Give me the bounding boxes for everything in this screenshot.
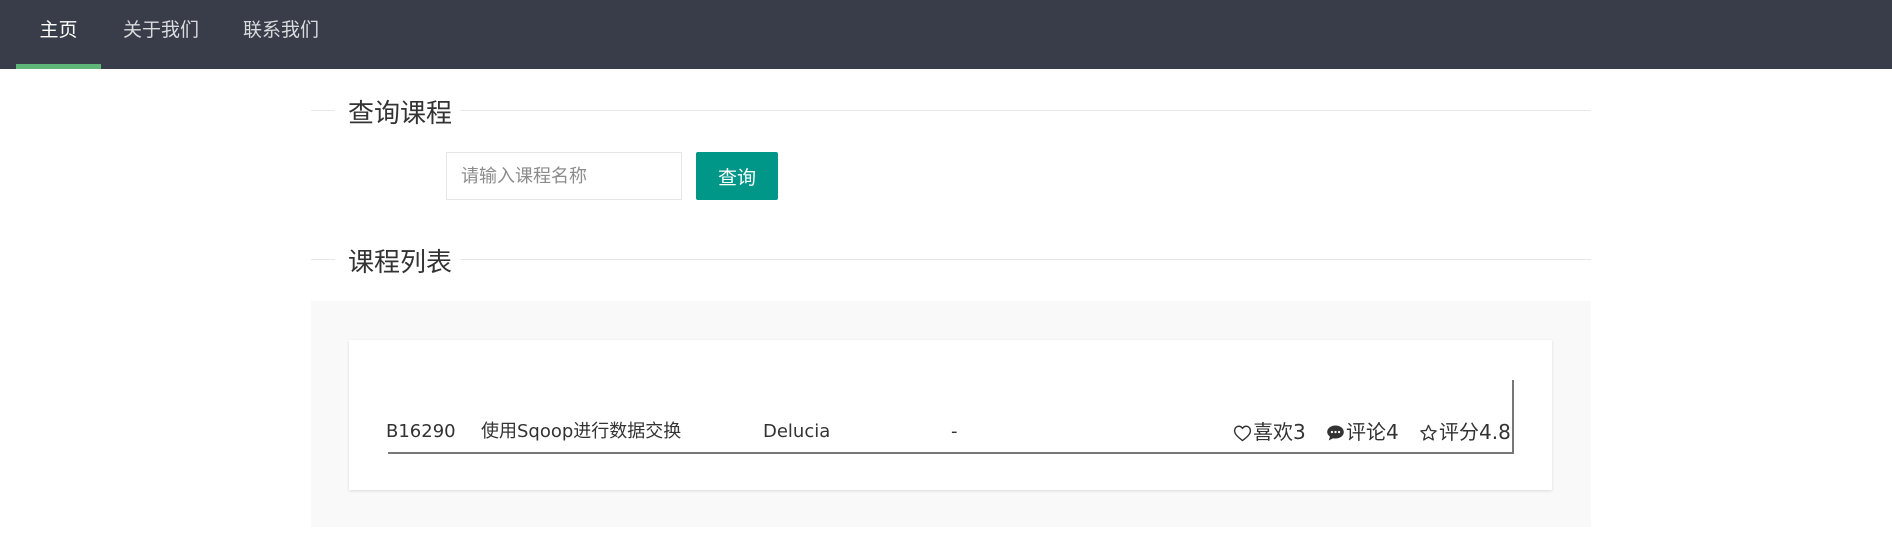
divider-line [311, 110, 335, 111]
nav-item-home[interactable]: 主页 [16, 0, 101, 69]
course-name[interactable]: 使用Sqoop进行数据交换 [481, 420, 681, 444]
rating-score: 评分4.8 [1439, 420, 1511, 444]
divider-line [311, 259, 335, 260]
search-button[interactable]: 查询 [696, 152, 778, 200]
divider-line [461, 259, 1591, 260]
divider-line [461, 110, 1591, 111]
nav-active-indicator [16, 64, 101, 69]
course-id: B16290 [386, 421, 456, 442]
course-teacher: Delucia [763, 421, 831, 442]
nav-item-about[interactable]: 关于我们 [110, 0, 212, 69]
heart-outline-icon [1233, 422, 1252, 448]
top-navbar: 主页 关于我们 联系我们 [0, 0, 1892, 69]
nav-item-contact[interactable]: 联系我们 [230, 0, 332, 69]
course-extra: - [951, 421, 958, 442]
nav-item-label: 主页 [39, 19, 78, 41]
course-search-input[interactable] [446, 152, 682, 200]
like-count: 喜欢3 [1253, 420, 1306, 444]
comment-button[interactable]: 评论4 [1326, 419, 1399, 448]
list-section-divider [311, 259, 1591, 261]
nav-item-label: 关于我们 [122, 19, 199, 41]
comment-count: 评论4 [1346, 420, 1399, 444]
nav-item-label: 联系我们 [242, 19, 319, 41]
like-button[interactable]: 喜欢3 [1233, 419, 1306, 448]
search-section-divider [311, 110, 1591, 112]
star-outline-icon [1419, 422, 1438, 448]
list-section-title: 课程列表 [348, 248, 453, 278]
rating-button[interactable]: 评分4.8 [1419, 419, 1511, 448]
search-section-title: 查询课程 [348, 99, 453, 129]
speech-bubble-icon [1326, 422, 1345, 448]
